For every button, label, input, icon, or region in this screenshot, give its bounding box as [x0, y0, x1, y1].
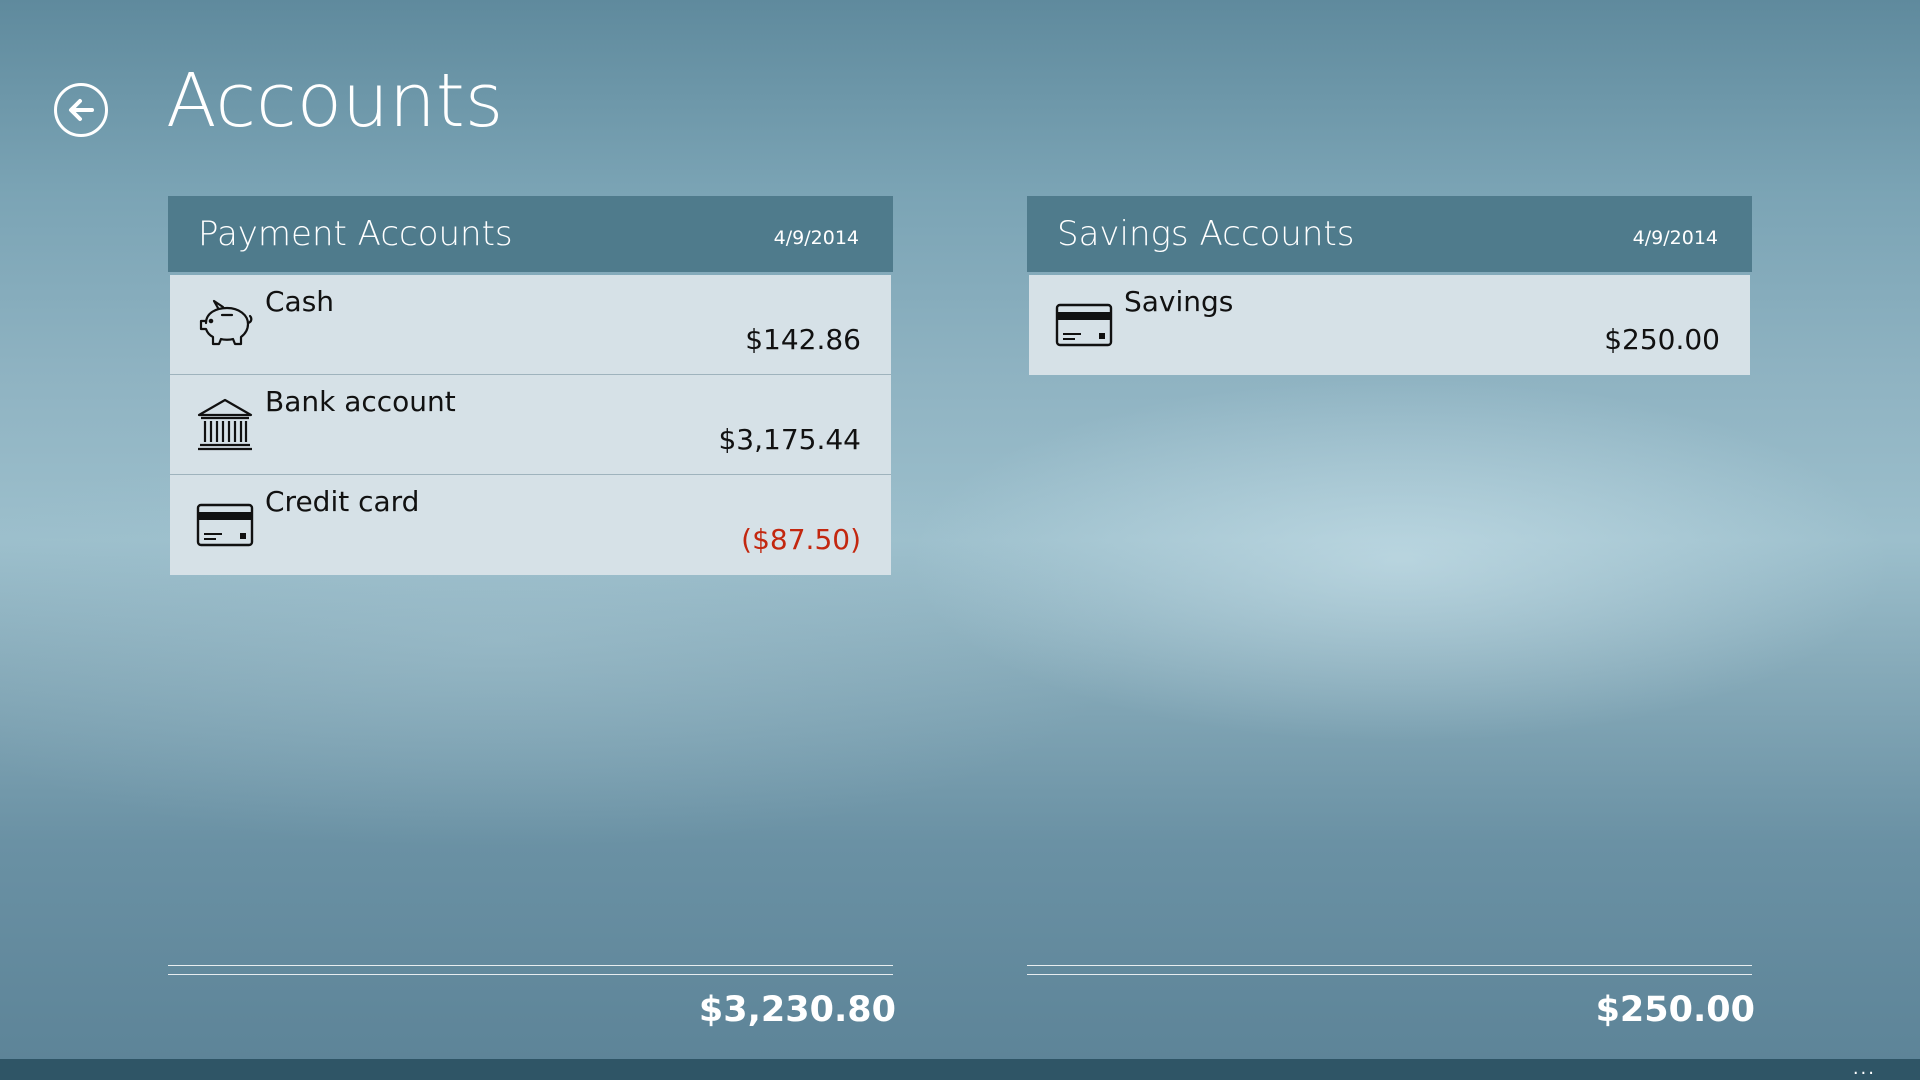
back-arrow-icon [69, 99, 94, 121]
payment-accounts-header[interactable]: Payment Accounts 4/9/2014 [168, 196, 893, 272]
account-item-cash[interactable]: Cash $142.86 [170, 275, 891, 375]
savings-accounts-title: Savings Accounts [1057, 214, 1355, 254]
account-balance: $142.86 [745, 323, 861, 356]
page-title: Accounts [166, 58, 504, 144]
credit-card-icon [1055, 297, 1113, 353]
credit-card-icon [196, 497, 254, 553]
account-balance: $3,175.44 [718, 423, 861, 456]
account-name: Cash [265, 285, 335, 318]
savings-accounts-total: $250.00 [1595, 990, 1755, 1030]
app-bar: ... [0, 1059, 1920, 1080]
payment-accounts-title: Payment Accounts [198, 214, 513, 254]
piggy-bank-icon [196, 297, 254, 353]
account-item-savings[interactable]: Savings $250.00 [1029, 275, 1750, 375]
account-balance: $250.00 [1604, 323, 1720, 356]
payment-total-divider [168, 965, 893, 975]
savings-accounts-date: 4/9/2014 [1632, 227, 1718, 249]
account-item-bank-account[interactable]: Bank account $3,175.44 [170, 375, 891, 475]
payment-accounts-group: Payment Accounts 4/9/2014 Cash $142.86 B… [168, 196, 893, 575]
payment-accounts-total: $3,230.80 [698, 990, 896, 1030]
payment-accounts-list: Cash $142.86 Bank account $3,175.44 Cred… [170, 275, 891, 575]
account-item-credit-card[interactable]: Credit card ($87.50) [170, 475, 891, 575]
savings-accounts-list: Savings $250.00 [1029, 275, 1750, 375]
account-balance: ($87.50) [741, 523, 861, 556]
more-options-button[interactable]: ... [1853, 1060, 1876, 1078]
bank-icon [196, 397, 254, 453]
payment-accounts-date: 4/9/2014 [773, 227, 859, 249]
savings-accounts-header[interactable]: Savings Accounts 4/9/2014 [1027, 196, 1752, 272]
back-button[interactable] [54, 83, 108, 137]
account-name: Bank account [265, 385, 456, 418]
savings-accounts-group: Savings Accounts 4/9/2014 Savings $250.0… [1027, 196, 1752, 375]
account-name: Credit card [265, 485, 420, 518]
account-name: Savings [1124, 285, 1234, 318]
savings-total-divider [1027, 965, 1752, 975]
